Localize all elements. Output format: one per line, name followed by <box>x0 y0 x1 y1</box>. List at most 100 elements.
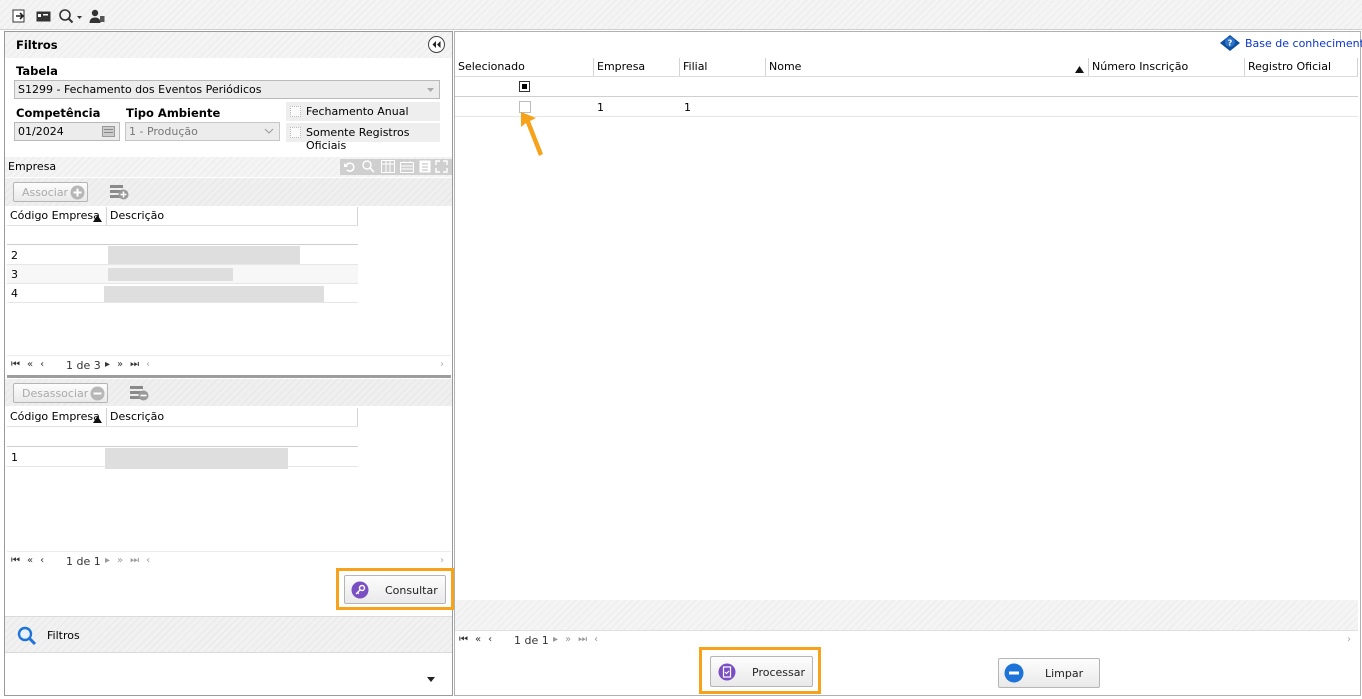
next-fast-icon[interactable]: » <box>565 634 571 645</box>
prev-fast-icon[interactable]: « <box>475 634 481 645</box>
col-numero-inscricao[interactable]: Número Inscrição <box>1090 57 1188 77</box>
nav-expand-icon[interactable] <box>427 673 435 682</box>
filter-row[interactable] <box>7 428 358 447</box>
scroll-left-icon[interactable]: ‹ <box>594 634 598 645</box>
first-page-icon[interactable]: ⏮ <box>459 634 468 645</box>
next-page-icon[interactable]: ▸ <box>105 555 110 566</box>
next-fast-icon[interactable]: » <box>117 359 123 370</box>
sort-asc-icon <box>1075 63 1084 76</box>
col-descricao[interactable]: Descrição <box>108 206 164 226</box>
col-codigo-empresa[interactable]: Código Empresa <box>8 407 100 427</box>
expand-icon[interactable] <box>435 160 448 173</box>
column-separator <box>106 408 107 426</box>
columns-icon[interactable] <box>381 160 395 173</box>
competencia-input[interactable]: 01/2024 <box>14 122 120 141</box>
search-dropdown-icon[interactable] <box>58 8 84 24</box>
col-empresa[interactable]: Empresa <box>595 57 645 77</box>
scroll-right-icon[interactable]: › <box>440 555 444 566</box>
table-row[interactable]: 1 1 <box>455 98 1358 117</box>
column-separator <box>1357 58 1358 76</box>
column-separator <box>765 58 766 76</box>
table-row[interactable]: 2 <box>7 246 358 265</box>
processar-label: Processar <box>752 666 805 679</box>
exit-icon[interactable] <box>12 9 26 23</box>
desassociar-label: Desassociar <box>22 387 89 400</box>
associar-button[interactable]: Associar <box>13 182 88 202</box>
consultar-button[interactable]: Consultar <box>344 575 446 604</box>
add-all-icon[interactable] <box>110 184 129 200</box>
scroll-left-icon[interactable]: ‹ <box>146 555 150 566</box>
export-icon[interactable] <box>419 160 431 173</box>
column-separator <box>1244 58 1245 76</box>
last-page-icon[interactable]: ⏭ <box>578 634 587 645</box>
calendar-icon[interactable] <box>102 126 115 140</box>
associated-pager-next: ▸ » ⏭ ‹ <box>105 555 157 566</box>
prev-page-icon[interactable]: ‹ <box>40 555 44 566</box>
collapse-panel-icon[interactable] <box>428 36 445 53</box>
desassociar-button[interactable]: Desassociar <box>13 383 108 403</box>
table-row[interactable]: 4 <box>7 284 358 303</box>
limpar-button[interactable]: Limpar <box>998 658 1100 688</box>
sort-asc-icon <box>93 212 102 225</box>
select-all-checkbox[interactable] <box>519 81 530 92</box>
grid-settings-icon[interactable] <box>400 160 414 173</box>
next-fast-icon[interactable]: » <box>117 555 123 566</box>
col-descricao[interactable]: Descrição <box>108 407 164 427</box>
available-pager-next: ▸ » ⏭ ‹ <box>105 359 157 370</box>
redacted-description <box>108 246 300 264</box>
filters-title: Filtros <box>16 38 58 52</box>
prev-fast-icon[interactable]: « <box>27 555 33 566</box>
prev-page-icon[interactable]: ‹ <box>488 634 492 645</box>
filter-row[interactable] <box>7 227 358 245</box>
row-empresa: 1 <box>597 101 604 114</box>
col-registro-oficial[interactable]: Registro Oficial <box>1246 57 1331 77</box>
remove-icon <box>90 386 105 404</box>
filters-header <box>5 32 452 58</box>
associar-label: Associar <box>22 186 69 199</box>
table-row[interactable]: 3 <box>7 265 358 284</box>
tipo-ambiente-label: Tipo Ambiente <box>126 106 221 120</box>
row-filial: 1 <box>684 101 691 114</box>
row-code: 3 <box>11 268 18 281</box>
competencia-value: 01/2024 <box>18 125 64 138</box>
filtros-nav-label: Filtros <box>47 629 80 642</box>
scroll-right-icon[interactable]: › <box>440 359 444 370</box>
tipo-ambiente-select[interactable]: 1 - Produção <box>125 122 280 141</box>
next-page-icon[interactable]: ▸ <box>553 634 558 645</box>
undo-icon[interactable] <box>343 160 356 173</box>
prev-page-icon[interactable]: ‹ <box>40 359 44 370</box>
main-grid-header: Selecionado Empresa Filial Nome Número I… <box>455 57 1358 77</box>
user-icon[interactable] <box>89 9 105 23</box>
next-page-icon[interactable]: ▸ <box>105 359 110 370</box>
top-toolbar <box>0 0 1362 30</box>
tabela-value: S1299 - Fechamento dos Eventos Periódico… <box>18 83 262 96</box>
row-code: 2 <box>11 249 18 262</box>
processar-button[interactable]: Processar <box>710 656 813 687</box>
somente-registros-checkbox[interactable]: Somente Registros Oficiais <box>286 123 440 152</box>
table-row[interactable]: 1 <box>7 448 358 469</box>
fechamento-anual-checkbox[interactable]: Fechamento Anual <box>286 102 440 121</box>
knowledge-base-link[interactable]: ? Base de conhecimento <box>1218 33 1362 53</box>
col-nome[interactable]: Nome <box>767 57 801 77</box>
search-icon[interactable] <box>362 160 375 173</box>
first-page-icon[interactable]: ⏮ <box>11 555 20 566</box>
splitter[interactable] <box>7 375 451 378</box>
col-filial[interactable]: Filial <box>681 57 708 77</box>
competencia-label: Competência <box>16 106 101 120</box>
row-code: 1 <box>11 451 18 464</box>
tabela-select[interactable]: S1299 - Fechamento dos Eventos Periódico… <box>14 80 440 99</box>
col-codigo-empresa[interactable]: Código Empresa <box>8 206 100 226</box>
scroll-left-icon[interactable]: ‹ <box>146 359 150 370</box>
last-page-icon[interactable]: ⏭ <box>130 555 139 566</box>
last-page-icon[interactable]: ⏭ <box>130 359 139 370</box>
scroll-right-icon[interactable]: › <box>1347 634 1351 645</box>
remove-all-icon[interactable] <box>130 385 149 401</box>
column-separator <box>1088 58 1089 76</box>
card-icon[interactable] <box>36 10 51 22</box>
add-icon <box>70 185 85 203</box>
col-selecionado[interactable]: Selecionado <box>456 57 525 77</box>
redacted-description <box>105 448 288 469</box>
first-page-icon[interactable]: ⏮ <box>11 359 20 370</box>
filtros-nav-item[interactable]: Filtros <box>5 616 452 653</box>
prev-fast-icon[interactable]: « <box>27 359 33 370</box>
